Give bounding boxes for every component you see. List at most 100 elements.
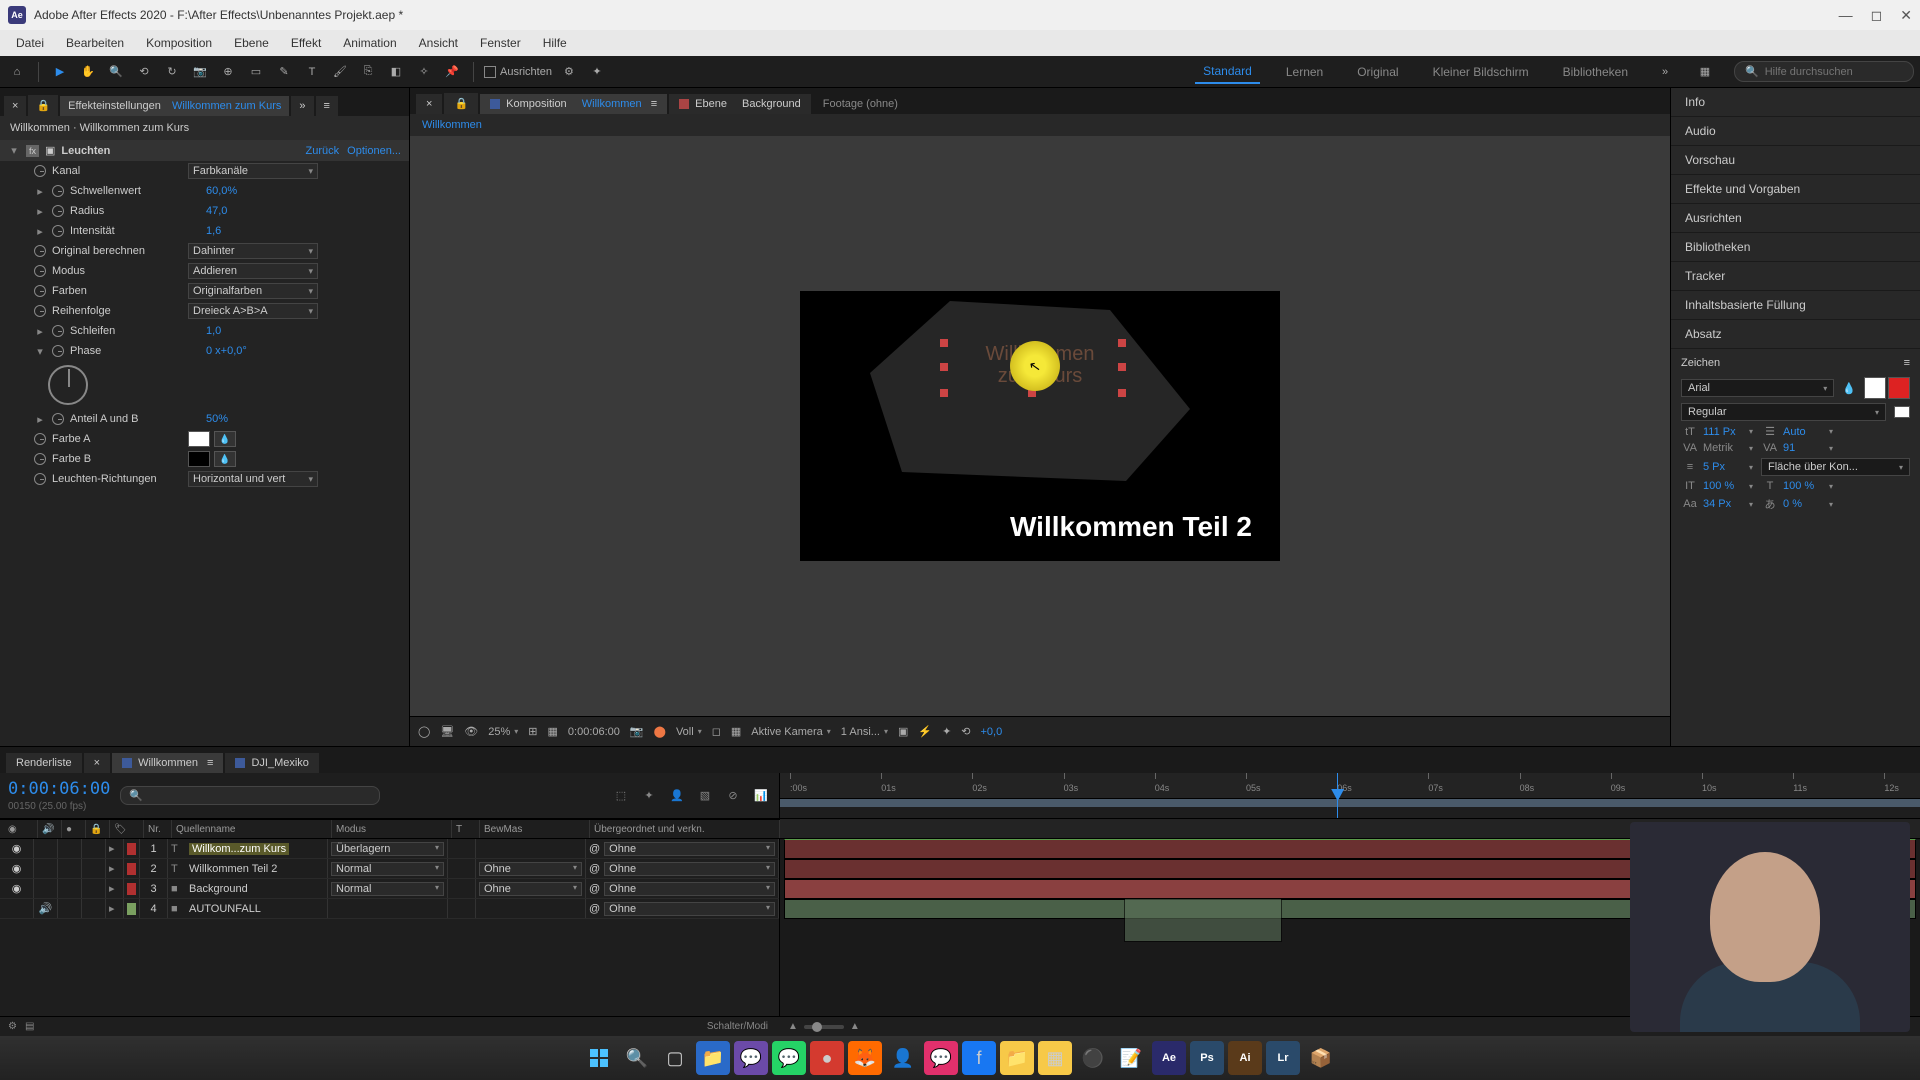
text-tool-icon[interactable]: T (301, 61, 323, 83)
visibility-toggle-icon[interactable]: ◉ (10, 882, 24, 895)
parent-select[interactable]: Ohne (604, 902, 775, 916)
stopwatch-icon[interactable] (34, 473, 46, 485)
timeline-search[interactable]: 🔍 (120, 786, 380, 805)
fill-color-swatch[interactable] (1864, 377, 1886, 399)
toggle-modes-icon[interactable]: ▤ (25, 1021, 34, 1032)
app-icon-yellow[interactable]: ▦ (1038, 1041, 1072, 1075)
comp-tab-close[interactable]: × (416, 94, 442, 114)
font-size-value[interactable]: 111 Px (1703, 426, 1745, 438)
color-a-swatch[interactable] (188, 431, 210, 447)
help-search-input[interactable] (1765, 66, 1903, 78)
layer-row[interactable]: 🔊▸4■AUTOUNFALL@Ohne (0, 899, 779, 919)
roi-icon[interactable]: ◻ (712, 725, 721, 738)
clone-tool-icon[interactable]: ⎘ (357, 61, 379, 83)
twirl-icon[interactable]: ▸ (109, 862, 115, 875)
grid-icon[interactable]: ▦ (548, 725, 558, 738)
leading-value[interactable]: Auto (1783, 426, 1825, 438)
menu-komposition[interactable]: Komposition (136, 32, 222, 54)
comp-tab-lock-icon[interactable]: 🔒 (444, 93, 478, 114)
prop-kanal-select[interactable]: Farbkanäle (188, 163, 318, 179)
puppet-tool-icon[interactable]: 📌 (441, 61, 463, 83)
twirl-icon[interactable]: ▸ (34, 413, 46, 426)
visibility-toggle-icon[interactable]: ◉ (10, 842, 24, 855)
timeline-zoom-slider[interactable] (804, 1025, 844, 1029)
parent-pickwhip-icon[interactable]: @ (589, 883, 600, 895)
prop-schleifen-value[interactable]: 1,0 (206, 325, 221, 337)
stopwatch-icon[interactable] (34, 245, 46, 257)
3d-icon[interactable]: ✦ (942, 725, 951, 738)
stopwatch-icon[interactable] (52, 325, 64, 337)
panel-tracker[interactable]: Tracker (1671, 262, 1920, 291)
effect-tab-close[interactable]: × (4, 96, 26, 116)
stopwatch-icon[interactable] (52, 413, 64, 425)
effect-link-back[interactable]: Zurück (306, 145, 340, 157)
brush-tool-icon[interactable]: 🖌 (329, 61, 351, 83)
transparency-icon[interactable]: ▦ (731, 725, 741, 738)
effect-item-leuchten[interactable]: ▾ fx ▣ Leuchten Zurück Optionen... (0, 140, 409, 161)
panel-info[interactable]: Info (1671, 88, 1920, 117)
effect-controls-tab[interactable]: Effekteinstellungen Willkommen zum Kurs (60, 96, 289, 116)
snapshot-icon[interactable]: 📷 (630, 725, 644, 738)
kerning-value[interactable]: Metrik (1703, 442, 1745, 454)
label-color-chip[interactable] (127, 863, 136, 875)
flow-item-willkommen[interactable]: Willkommen (422, 119, 482, 131)
snap-extra-icon[interactable]: ✦ (586, 61, 608, 83)
label-color-chip[interactable] (127, 843, 136, 855)
twirl-icon[interactable]: ▸ (34, 185, 46, 198)
layer-row[interactable]: ◉▸1TWillkom...zum KursÜberlagern@Ohne (0, 839, 779, 859)
hscale-value[interactable]: 100 % (1783, 480, 1825, 492)
stopwatch-icon[interactable] (34, 285, 46, 297)
stroke-width-value[interactable]: 5 Px (1703, 461, 1745, 473)
blend-mode-select[interactable]: Normal (331, 862, 444, 876)
app-icon-misc[interactable]: 📦 (1304, 1041, 1338, 1075)
comp-mini-flowchart-icon[interactable]: ⬚ (611, 786, 631, 806)
label-color-chip[interactable] (127, 883, 136, 895)
parent-pickwhip-icon[interactable]: @ (589, 843, 600, 855)
panel-vorschau[interactable]: Vorschau (1671, 146, 1920, 175)
views-dropdown[interactable]: 1 Ansi... (841, 726, 888, 738)
shape-tool-icon[interactable]: ▭ (245, 61, 267, 83)
motion-blur-icon[interactable]: ⊘ (723, 786, 743, 806)
font-family-select[interactable]: Arial (1681, 379, 1834, 397)
selection-handle[interactable] (1118, 389, 1126, 397)
app-icon-red[interactable]: ● (810, 1041, 844, 1075)
pen-tool-icon[interactable]: ✎ (273, 61, 295, 83)
tsume-value[interactable]: 0 % (1783, 498, 1825, 510)
fast-preview-icon[interactable]: ⚡ (918, 725, 932, 738)
orbit-tool-icon[interactable]: ⟲ (133, 61, 155, 83)
hand-tool-icon[interactable]: ✋ (77, 61, 99, 83)
task-view-icon[interactable]: ▢ (658, 1041, 692, 1075)
timecode-display[interactable]: 0:00:06:00 (568, 726, 620, 738)
menu-animation[interactable]: Animation (333, 32, 406, 54)
zoom-dropdown[interactable]: 25% (488, 726, 518, 738)
channel-icon[interactable]: ⬤ (654, 725, 666, 738)
shy-icon[interactable]: 👤 (667, 786, 687, 806)
pixel-aspect-icon[interactable]: ▣ (898, 725, 908, 738)
twirl-icon[interactable]: ▾ (8, 144, 20, 157)
stopwatch-icon[interactable] (52, 185, 64, 197)
workspace-menu-icon[interactable]: ▦ (1694, 61, 1716, 83)
stopwatch-icon[interactable] (52, 345, 64, 357)
timeline-tab-close[interactable]: × (84, 753, 110, 773)
panel-absatz[interactable]: Absatz (1671, 320, 1920, 349)
composition-viewport[interactable]: Willkommenzum Kurs Willkommen Teil 2 (410, 136, 1670, 716)
effect-link-options[interactable]: Optionen... (347, 145, 401, 157)
always-preview-icon[interactable]: ◯ (418, 725, 430, 738)
lightroom-icon[interactable]: Lr (1266, 1041, 1300, 1075)
illustrator-icon[interactable]: Ai (1228, 1041, 1262, 1075)
panel-audio[interactable]: Audio (1671, 117, 1920, 146)
stopwatch-icon[interactable] (34, 305, 46, 317)
parent-pickwhip-icon[interactable]: @ (589, 863, 600, 875)
playhead[interactable] (1337, 773, 1338, 818)
workspace-overflow-icon[interactable]: » (1654, 61, 1676, 83)
stopwatch-icon[interactable] (34, 453, 46, 465)
timeline-tab-renderliste[interactable]: Renderliste (6, 753, 82, 773)
layer-row[interactable]: ◉▸2TWillkommen Teil 2NormalOhne@Ohne (0, 859, 779, 879)
workspace-original[interactable]: Original (1349, 61, 1406, 83)
prop-radius-value[interactable]: 47,0 (206, 205, 227, 217)
effect-visible-icon[interactable]: ▣ (45, 144, 55, 157)
menu-hilfe[interactable]: Hilfe (533, 32, 577, 54)
parent-select[interactable]: Ohne (604, 842, 775, 856)
display-icon[interactable]: 🖥 (440, 725, 454, 738)
prop-modus-select[interactable]: Addieren (188, 263, 318, 279)
